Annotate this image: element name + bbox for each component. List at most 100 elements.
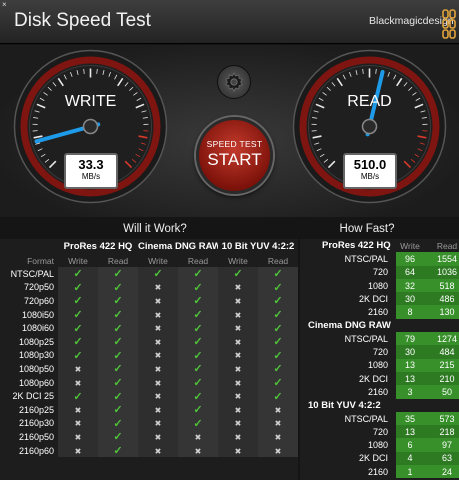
compat-cell: ✖ bbox=[58, 362, 98, 376]
cross-icon: ✖ bbox=[154, 283, 162, 293]
speed-test-start-button[interactable]: SPEED TEST START bbox=[196, 117, 273, 194]
compat-cell: ✖ bbox=[178, 443, 218, 458]
compat-cell: ✓ bbox=[218, 267, 258, 281]
cross-icon: ✖ bbox=[234, 446, 242, 456]
fps-read-value: 1274 bbox=[424, 332, 459, 346]
compat-cell: ✖ bbox=[218, 389, 258, 403]
cross-icon: ✖ bbox=[194, 446, 202, 456]
cross-icon: ✖ bbox=[74, 419, 82, 429]
settings-gear-button[interactable] bbox=[217, 65, 251, 99]
close-icon[interactable]: × bbox=[2, 0, 12, 10]
compat-cell: ✖ bbox=[218, 416, 258, 431]
checkmark-icon: ✓ bbox=[193, 404, 203, 417]
checkmark-icon: ✓ bbox=[273, 377, 283, 390]
cross-icon: ✖ bbox=[154, 432, 162, 442]
cross-icon: ✖ bbox=[154, 310, 162, 320]
checkmark-icon: ✓ bbox=[193, 268, 203, 281]
compat-cell: ✓ bbox=[58, 294, 98, 308]
checkmark-icon: ✓ bbox=[113, 417, 123, 430]
compat-cell: ✖ bbox=[138, 334, 178, 349]
write-column-header: Write bbox=[228, 255, 248, 266]
checkmark-icon: ✓ bbox=[113, 309, 123, 322]
format-label: 1080 bbox=[367, 360, 388, 371]
format-label: NTSC/PAL bbox=[10, 268, 54, 279]
checkmark-icon: ✓ bbox=[73, 281, 83, 294]
checkmark-icon: ✓ bbox=[113, 349, 123, 362]
format-row: 720p60 ✓ ✓ ✖ ✓ ✖ ✓ bbox=[0, 294, 299, 308]
checkmark-icon: ✓ bbox=[273, 268, 283, 281]
compat-cell: ✖ bbox=[258, 416, 299, 431]
how-fast-row: 720 64 1036 bbox=[300, 265, 459, 279]
checkmark-icon: ✓ bbox=[193, 390, 203, 403]
compat-cell: ✖ bbox=[138, 362, 178, 376]
compat-cell: ✓ bbox=[98, 294, 138, 308]
cross-icon: ✖ bbox=[154, 296, 162, 306]
checkmark-icon: ✓ bbox=[193, 363, 203, 376]
fps-read-value: 215 bbox=[424, 358, 459, 372]
format-label: 1080i50 bbox=[21, 309, 54, 320]
cross-icon: ✖ bbox=[234, 392, 242, 402]
compat-cell: ✓ bbox=[58, 389, 98, 403]
how-fast-row: 2160 8 130 bbox=[300, 305, 459, 319]
compat-cell: ✓ bbox=[98, 402, 138, 417]
gauge-hub bbox=[82, 118, 99, 135]
read-column-header: Read bbox=[187, 255, 209, 266]
how-fast-row: 2K DCI 30 486 bbox=[300, 292, 459, 306]
will-it-work-table: ProRes 422 HQ Cinema DNG RAW 10 Bit YUV … bbox=[0, 239, 299, 480]
fps-write-value: 6 bbox=[396, 438, 424, 452]
write-column-header: Write bbox=[400, 240, 420, 251]
read-speed-unit: MB/s bbox=[360, 172, 380, 181]
cross-icon: ✖ bbox=[154, 378, 162, 388]
fps-write-value: 35 bbox=[396, 411, 424, 426]
checkmark-icon: ✓ bbox=[113, 268, 123, 281]
compat-cell: ✖ bbox=[218, 334, 258, 349]
fps-read-value: 573 bbox=[424, 411, 459, 426]
checkmark-icon: ✓ bbox=[193, 417, 203, 430]
checkmark-icon: ✓ bbox=[73, 390, 83, 403]
compat-cell: ✓ bbox=[258, 280, 299, 295]
checkmark-icon: ✓ bbox=[73, 295, 83, 308]
compat-cell: ✖ bbox=[178, 430, 218, 444]
compat-cell: ✓ bbox=[178, 294, 218, 308]
compat-cell: ✖ bbox=[58, 375, 98, 390]
cross-icon: ✖ bbox=[234, 364, 242, 374]
compat-cell: ✖ bbox=[218, 375, 258, 390]
compat-cell: ✖ bbox=[138, 375, 178, 390]
format-label: 720 bbox=[372, 426, 388, 437]
compat-cell: ✖ bbox=[138, 443, 178, 458]
cross-icon: ✖ bbox=[154, 351, 162, 361]
compat-cell: ✖ bbox=[138, 416, 178, 431]
cross-icon: ✖ bbox=[74, 432, 82, 442]
cross-icon: ✖ bbox=[234, 351, 242, 361]
format-label: 720p60 bbox=[23, 295, 54, 306]
compat-cell: ✖ bbox=[258, 430, 299, 444]
how-fast-row: 720 30 484 bbox=[300, 345, 459, 359]
compat-cell: ✖ bbox=[138, 389, 178, 403]
will-it-work-heading: Will it Work? bbox=[123, 223, 187, 235]
cross-icon: ✖ bbox=[234, 337, 242, 347]
format-row: 2160p60 ✖ ✓ ✖ ✖ ✖ ✖ bbox=[0, 443, 299, 458]
cross-icon: ✖ bbox=[234, 296, 242, 306]
cross-icon: ✖ bbox=[234, 283, 242, 293]
how-fast-group-name: ProRes 422 HQ bbox=[322, 240, 391, 252]
compat-cell: ✖ bbox=[258, 443, 299, 458]
checkmark-icon: ✓ bbox=[113, 404, 123, 417]
disk-speed-test-window: { "window":{"close_glyph":"×","title":"D… bbox=[0, 0, 459, 480]
checkmark-icon: ✓ bbox=[73, 349, 83, 362]
read-gauge: READ 510.0 MB/s bbox=[292, 49, 447, 204]
checkmark-icon: ✓ bbox=[73, 268, 83, 281]
checkmark-icon: ✓ bbox=[193, 295, 203, 308]
how-fast-group-header: Cinema DNG RAW bbox=[300, 319, 459, 332]
format-label: 2160p50 bbox=[18, 431, 54, 442]
gear-icon bbox=[225, 72, 243, 92]
format-row: 2160p50 ✖ ✓ ✖ ✖ ✖ ✖ bbox=[0, 430, 299, 444]
gauge-hub bbox=[361, 118, 378, 135]
fps-write-value: 79 bbox=[396, 332, 424, 346]
compat-cell: ✓ bbox=[258, 267, 299, 281]
fps-write-value: 8 bbox=[396, 305, 424, 319]
cross-icon: ✖ bbox=[234, 432, 242, 442]
write-column-header: Write bbox=[68, 255, 88, 266]
fps-write-value: 13 bbox=[396, 371, 424, 386]
cross-icon: ✖ bbox=[274, 432, 282, 442]
format-row: 2160p30 ✖ ✓ ✖ ✓ ✖ ✖ bbox=[0, 416, 299, 431]
